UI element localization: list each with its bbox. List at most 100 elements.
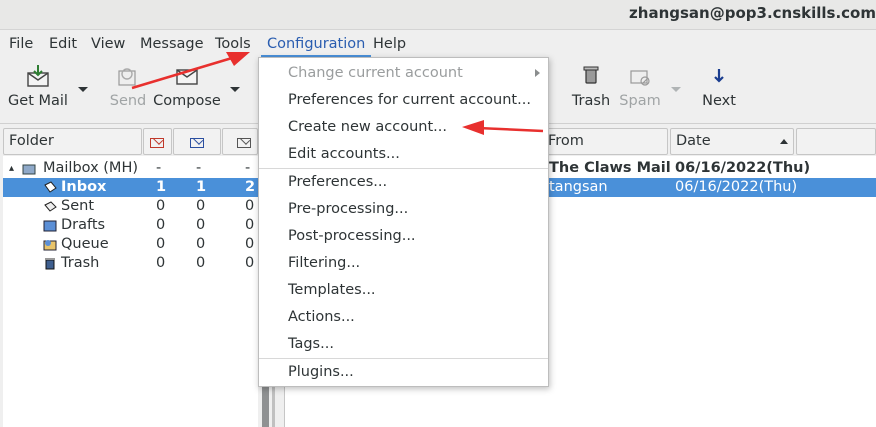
next-label: Next	[702, 93, 736, 109]
menu-view[interactable]: View	[85, 31, 131, 57]
next-arrow-icon	[714, 69, 724, 83]
folder-total-count: 2	[245, 179, 256, 195]
folder-unread-count: 0	[196, 217, 206, 233]
trash-icon	[45, 258, 55, 270]
splitter-grip[interactable]	[262, 380, 269, 427]
folder-new-count: -	[156, 160, 162, 176]
send-icon	[118, 68, 136, 86]
menu-item-label: Post-processing...	[288, 228, 416, 244]
menu-item-tags[interactable]: Tags...	[259, 331, 548, 358]
splitter-grip-edge	[272, 380, 275, 427]
folder-name: Inbox	[61, 179, 107, 195]
collapse-icon[interactable]: ▴	[9, 159, 14, 178]
trash-label: Trash	[571, 93, 611, 109]
menu-item-pre-processing[interactable]: Pre-processing...	[259, 196, 548, 223]
folder-tree: ▴ Mailbox (MH) - - - Inbox 1 1 2 Sent 0 …	[3, 156, 258, 427]
menu-item-label: Preferences...	[288, 174, 388, 190]
message-date: 06/16/2022(Thu)	[675, 160, 811, 176]
menu-item-label: Edit accounts...	[288, 146, 400, 162]
spam-label: Spam	[619, 93, 661, 109]
message-date: 06/16/2022(Thu)	[675, 179, 798, 195]
total-mail-icon	[237, 138, 251, 148]
folder-new-count: 0	[156, 255, 166, 271]
mailbox-icon	[22, 164, 36, 175]
extra-column-header[interactable]	[796, 128, 876, 155]
menu-item-label: Pre-processing...	[288, 201, 409, 217]
spam-dropdown-arrow[interactable]	[671, 87, 681, 92]
window-title: zhangsan@pop3.cnskills.com	[629, 4, 876, 22]
folder-new-count: 0	[156, 198, 166, 214]
drafts-icon	[43, 220, 57, 232]
menu-item-label: Plugins...	[288, 364, 354, 380]
total-column-header[interactable]	[222, 128, 258, 155]
folder-column-header[interactable]: Folder	[3, 128, 142, 155]
folder-name: Trash	[61, 255, 100, 271]
compose-button[interactable]: Compose	[152, 63, 222, 109]
folder-row-queue[interactable]: Queue 0 0 0	[3, 235, 258, 254]
folder-row-inbox[interactable]: Inbox 1 1 2	[3, 178, 258, 197]
message-from: tangsan	[549, 179, 608, 195]
folder-name: Queue	[61, 236, 109, 252]
menu-item-templates[interactable]: Templates...	[259, 277, 548, 304]
from-column-header[interactable]: From	[542, 128, 668, 155]
configuration-menu: Change current account Preferences for c…	[258, 57, 549, 387]
send-button[interactable]: Send	[106, 63, 150, 109]
folder-row-trash[interactable]: Trash 0 0 0	[3, 254, 258, 273]
menu-file[interactable]: File	[3, 31, 39, 57]
menu-message[interactable]: Message	[134, 31, 210, 57]
menu-item-change-current-account[interactable]: Change current account	[259, 60, 548, 87]
menu-item-plugins[interactable]: Plugins...	[259, 359, 548, 386]
folder-row-mailbox[interactable]: ▴ Mailbox (MH) - - -	[3, 159, 258, 178]
sent-icon	[44, 201, 57, 212]
folder-total-count: -	[245, 160, 251, 176]
menu-item-preferences[interactable]: Preferences...	[259, 169, 548, 196]
menu-item-label: Change current account	[288, 65, 463, 81]
menu-item-filtering[interactable]: Filtering...	[259, 250, 548, 277]
menu-configuration[interactable]: Configuration	[261, 31, 372, 57]
menu-item-post-processing[interactable]: Post-processing...	[259, 223, 548, 250]
new-mail-icon	[150, 138, 164, 148]
spam-button[interactable]: Spam	[616, 63, 664, 109]
folder-column-label: Folder	[9, 133, 54, 149]
menu-item-label: Preferences for current account...	[288, 92, 531, 108]
folder-row-drafts[interactable]: Drafts 0 0 0	[3, 216, 258, 235]
compose-icon	[176, 69, 198, 85]
menu-help[interactable]: Help	[367, 31, 412, 57]
menu-item-actions[interactable]: Actions...	[259, 304, 548, 331]
send-label: Send	[109, 93, 147, 109]
get-mail-dropdown-arrow[interactable]	[78, 87, 88, 92]
folder-total-count: 0	[245, 198, 255, 214]
from-column-label: From	[548, 133, 584, 149]
folder-name: Mailbox (MH)	[43, 160, 139, 176]
new-column-header[interactable]	[143, 128, 172, 155]
menu-bar: File Edit View Message Tools Configurati…	[0, 31, 876, 57]
next-button[interactable]: Next	[700, 63, 738, 109]
folder-unread-count: 0	[196, 198, 206, 214]
folder-unread-count: 0	[196, 255, 206, 271]
menu-item-edit-accounts[interactable]: Edit accounts...	[259, 141, 548, 168]
unread-column-header[interactable]	[173, 128, 221, 155]
menu-item-label: Templates...	[288, 282, 376, 298]
get-mail-button[interactable]: Get Mail	[8, 63, 68, 109]
trash-button[interactable]: Trash	[566, 63, 616, 109]
compose-dropdown-arrow[interactable]	[230, 87, 240, 92]
sort-ascending-icon	[780, 139, 788, 144]
menu-edit[interactable]: Edit	[43, 31, 83, 57]
folder-row-sent[interactable]: Sent 0 0 0	[3, 197, 258, 216]
folder-name: Drafts	[61, 217, 106, 233]
trash-icon	[583, 66, 599, 84]
compose-label: Compose	[153, 93, 221, 109]
folder-unread-count: -	[196, 160, 202, 176]
submenu-arrow-icon	[535, 69, 540, 77]
folder-new-count: 0	[156, 217, 166, 233]
menu-item-create-new-account[interactable]: Create new account...	[259, 114, 548, 141]
spam-icon	[630, 70, 650, 86]
menu-item-preferences-current-account[interactable]: Preferences for current account...	[259, 87, 548, 114]
folder-header: Folder	[3, 128, 258, 156]
menu-item-label: Filtering...	[288, 255, 361, 271]
folder-new-count: 0	[156, 236, 166, 252]
folder-total-count: 0	[245, 255, 255, 271]
menu-tools[interactable]: Tools	[209, 31, 257, 57]
date-column-header[interactable]: Date	[670, 128, 794, 155]
folder-total-count: 0	[245, 217, 255, 233]
